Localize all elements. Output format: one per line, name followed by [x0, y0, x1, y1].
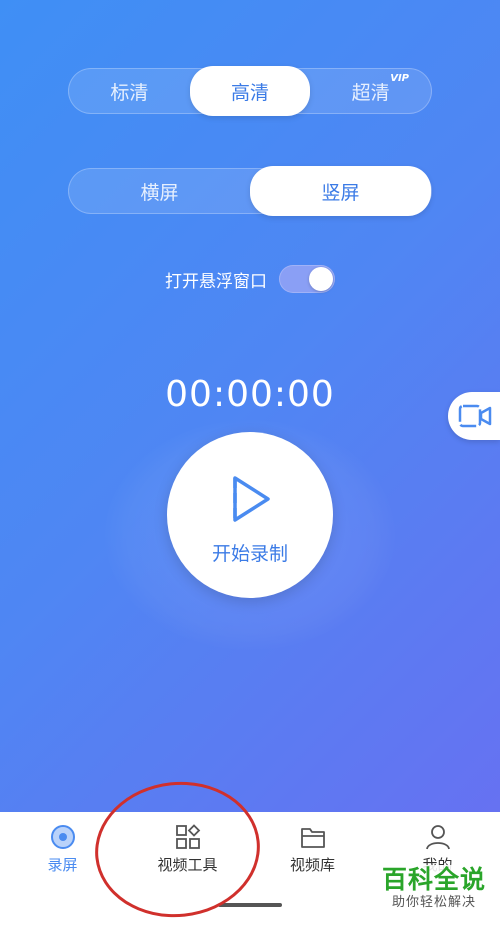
- quality-option-standard[interactable]: 标清: [69, 69, 190, 113]
- orientation-option-portrait[interactable]: 竖屏: [250, 166, 431, 216]
- home-indicator: [218, 903, 282, 907]
- toggle-knob: [309, 267, 333, 291]
- quality-option-ultra[interactable]: 超清 VIP: [310, 69, 431, 113]
- floating-camera-button[interactable]: [448, 392, 500, 440]
- recording-timer: 00:00:00: [165, 374, 335, 415]
- floating-window-row: 打开悬浮窗口: [0, 265, 500, 293]
- folder-icon: [300, 828, 325, 848]
- watermark-title: 百科全说: [381, 865, 486, 894]
- quality-option-label: 标清: [110, 81, 149, 104]
- play-icon: [233, 476, 270, 522]
- quality-option-label: 高清: [231, 81, 270, 104]
- watermark: 百科全说 助你轻松解决: [374, 865, 494, 911]
- orientation-segmented-control: 横屏 竖屏: [68, 166, 432, 216]
- start-recording-button[interactable]: 开始录制: [167, 432, 333, 598]
- floating-window-label: 打开悬浮窗口: [165, 271, 267, 292]
- watermark-subtitle: 助你轻松解决: [391, 895, 476, 910]
- tab-label: 视频库: [289, 856, 335, 874]
- floating-window-toggle[interactable]: [279, 265, 335, 293]
- video-camera-icon: [458, 404, 492, 428]
- orientation-option-label: 横屏: [140, 181, 179, 204]
- tab-video-library[interactable]: 视频库: [250, 812, 375, 892]
- record-disc-icon: [50, 825, 75, 849]
- orientation-option-label: 竖屏: [321, 181, 360, 204]
- vip-badge: VIP: [390, 73, 410, 84]
- user-icon: [425, 825, 450, 850]
- quality-segmented-control: 标清 高清 超清 VIP: [68, 66, 432, 116]
- quality-option-high[interactable]: 高清: [189, 66, 311, 116]
- quality-option-label: 超清: [351, 81, 390, 104]
- tab-label: 录屏: [47, 856, 78, 874]
- orientation-option-landscape[interactable]: 横屏: [69, 169, 250, 213]
- start-recording-label: 开始录制: [211, 543, 288, 565]
